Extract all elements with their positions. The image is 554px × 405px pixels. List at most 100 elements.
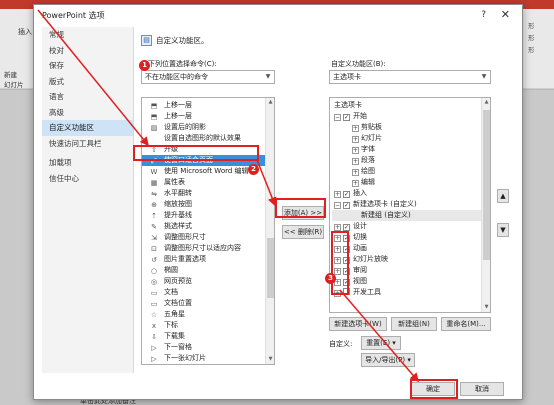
import-export-button[interactable]: 导入/导出(P) ▾ [361, 353, 415, 367]
expand-icon[interactable]: + [352, 169, 359, 176]
expand-icon[interactable]: + [352, 147, 359, 154]
command-item[interactable]: ☆ 五角星 [142, 309, 266, 320]
command-item[interactable]: ⇋ 水平翻转 [142, 188, 266, 199]
help-button[interactable]: ? [481, 10, 486, 20]
command-item[interactable]: ⊡ 调整图形尺寸以适应内容 [142, 243, 266, 254]
nav-item[interactable]: 信任中心 [42, 171, 133, 187]
command-item[interactable]: ▷ 下一窗格 [142, 342, 266, 353]
ribbon-tree[interactable]: 主选项卡 − ✓ 开始 + 剪贴板 + 幻灯片 + 字体 + 段落 + 绘图 + 编辑 + ✓ 插入 − ✓ 新建选项卡 … [329, 97, 491, 313]
choose-commands-select[interactable]: 不在功能区中的命令 ▼ [141, 70, 275, 84]
tree-item[interactable]: + ✓ 动画 [332, 243, 482, 254]
expand-icon[interactable]: + [334, 191, 341, 198]
tree-item[interactable]: + 幻灯片 [332, 133, 482, 144]
command-item[interactable]: ▦ 属性表 [142, 177, 266, 188]
tree-item[interactable]: + ✓ 插入 [332, 188, 482, 199]
resize-icon: ⇲ [151, 234, 157, 242]
nav-item[interactable]: 常规 [42, 27, 133, 43]
command-item[interactable]: ▨ 设置后的阴影 [142, 122, 266, 133]
tab-checkbox[interactable]: ✓ [343, 224, 350, 231]
tree-item[interactable]: 新建组 (自定义) [332, 210, 482, 221]
nav-item[interactable]: 保存 [42, 58, 133, 74]
command-item[interactable]: 设置自选图形的默认效果 [142, 133, 266, 144]
new-group-button[interactable]: 新建组(N) [391, 317, 437, 331]
tree-item[interactable]: + 段落 [332, 155, 482, 166]
flip-horizontal-icon: ⇋ [151, 190, 157, 198]
tab-checkbox[interactable]: ✓ [343, 114, 350, 121]
nav-item[interactable]: 快速访问工具栏 [42, 136, 133, 152]
command-item[interactable]: ⇩ 下载集 [142, 331, 266, 342]
rename-button[interactable]: 重命名(M)... [441, 317, 491, 331]
command-item[interactable]: ⇲ 调整图形尺寸 [142, 232, 266, 243]
tree-item[interactable]: + 编辑 [332, 177, 482, 188]
scroll-up-icon[interactable]: ▲ [482, 98, 490, 107]
new-tab-button[interactable]: 新建选项卡(W) [329, 317, 387, 331]
command-item[interactable]: ▭ 文档 [142, 287, 266, 298]
step-badge-2: 2 [248, 164, 259, 175]
command-label: 属性表 [164, 178, 185, 186]
cancel-button[interactable]: 取消 [460, 382, 504, 396]
customize-ribbon-select[interactable]: 主选项卡 ▼ [329, 70, 491, 84]
tree-item[interactable]: + ✓ 幻灯片放映 [332, 254, 482, 265]
tree-item[interactable]: + ✓ 切换 [332, 232, 482, 243]
command-item[interactable]: x 下标 [142, 320, 266, 331]
command-item[interactable]: ⊕ 缩放按图 [142, 199, 266, 210]
nav-item[interactable]: 版式 [42, 74, 133, 90]
nav-item[interactable]: 校对 [42, 43, 133, 59]
move-up-button[interactable]: ▲ [497, 189, 509, 203]
expand-icon[interactable]: + [352, 180, 359, 187]
command-item[interactable]: ⬒ 上移一层 [142, 100, 266, 111]
command-item[interactable]: ✎ 挑选样式 [142, 221, 266, 232]
nav-item[interactable]: 高级 [42, 105, 133, 121]
tab-checkbox[interactable]: ✓ [343, 191, 350, 198]
expand-icon[interactable]: + [352, 125, 359, 132]
tree-item[interactable]: + 开发工具 [332, 287, 482, 298]
collapse-icon[interactable]: − [334, 202, 341, 209]
nav-item[interactable]: 自定义功能区 [42, 120, 133, 136]
command-item[interactable]: ⇡ 提升基线 [142, 210, 266, 221]
command-label: 下载集 [164, 332, 185, 340]
new-slide-button[interactable]: 新建 幻灯片 [4, 69, 24, 89]
commands-list[interactable]: ⬒ 上移一层 ⬒ 上移一层 ▨ 设置后的阴影 设置自选图形的默认效果 ⇧ 升级 ⤢ 使窗口适合页面 W… [141, 97, 275, 365]
commands-scrollbar[interactable]: ▲ ▼ [265, 98, 274, 364]
star-icon: ☆ [150, 311, 158, 319]
command-label: 文档 [164, 288, 178, 296]
nav-item[interactable]: 加载项 [42, 155, 133, 171]
scroll-up-icon[interactable]: ▲ [266, 98, 274, 107]
move-down-button[interactable]: ▼ [497, 223, 509, 237]
command-item[interactable]: ↓下移 [142, 364, 266, 365]
expand-icon[interactable]: + [334, 224, 341, 231]
scroll-down-icon[interactable]: ▼ [266, 355, 274, 364]
command-item[interactable]: ▭ 文档位置 [142, 298, 266, 309]
tree-item[interactable]: − ✓ 新建选项卡 (自定义) [332, 199, 482, 210]
tree-item[interactable]: + 字体 [332, 144, 482, 155]
expand-icon[interactable]: + [352, 136, 359, 143]
expand-icon[interactable]: + [352, 158, 359, 165]
properties-icon: ▦ [150, 179, 158, 187]
options-nav: 常规 校对 保存 版式 语言 高级 自定义功能区 快速访问工具栏 加载项 信任中心 [42, 27, 134, 373]
dialog-titlebar[interactable]: PowerPoint 选项 ? ✕ [34, 5, 522, 25]
tree-item[interactable]: + ✓ 设计 [332, 221, 482, 232]
tree-item[interactable]: + ✓ 审阅 [332, 265, 482, 276]
nav-item[interactable]: 语言 [42, 89, 133, 105]
tree-item[interactable]: − ✓ 开始 [332, 111, 482, 122]
tree-scrollbar[interactable]: ▲ ▼ [481, 98, 490, 312]
reset-button[interactable]: 重置(E) ▾ [361, 336, 401, 350]
scroll-down-icon[interactable]: ▼ [482, 303, 490, 312]
close-button[interactable]: ✕ [501, 8, 510, 21]
tab-checkbox[interactable]: ✓ [343, 202, 350, 209]
command-item[interactable]: ⬒ 上移一层 [142, 111, 266, 122]
ribbon-tab-insert[interactable]: 插入 [18, 27, 32, 37]
command-item[interactable]: ▷ 下一张幻灯片 [142, 353, 266, 364]
collapse-icon[interactable]: − [334, 114, 341, 121]
tree-item[interactable]: 主选项卡 [332, 100, 482, 111]
command-item[interactable]: ◎ 网页预览 [142, 276, 266, 287]
scroll-thumb[interactable] [267, 238, 274, 298]
remove-button[interactable]: << 删除(R) [282, 225, 324, 239]
scroll-thumb[interactable] [483, 110, 490, 260]
command-item[interactable]: ↺ 图片重置选项 [142, 254, 266, 265]
command-item[interactable]: ○ 椭圆 [142, 265, 266, 276]
tree-label: 开发工具 [353, 288, 381, 296]
tree-item[interactable]: + ✓ 视图 [332, 276, 482, 287]
tree-item[interactable]: + 剪贴板 [332, 122, 482, 133]
tree-item[interactable]: + 绘图 [332, 166, 482, 177]
